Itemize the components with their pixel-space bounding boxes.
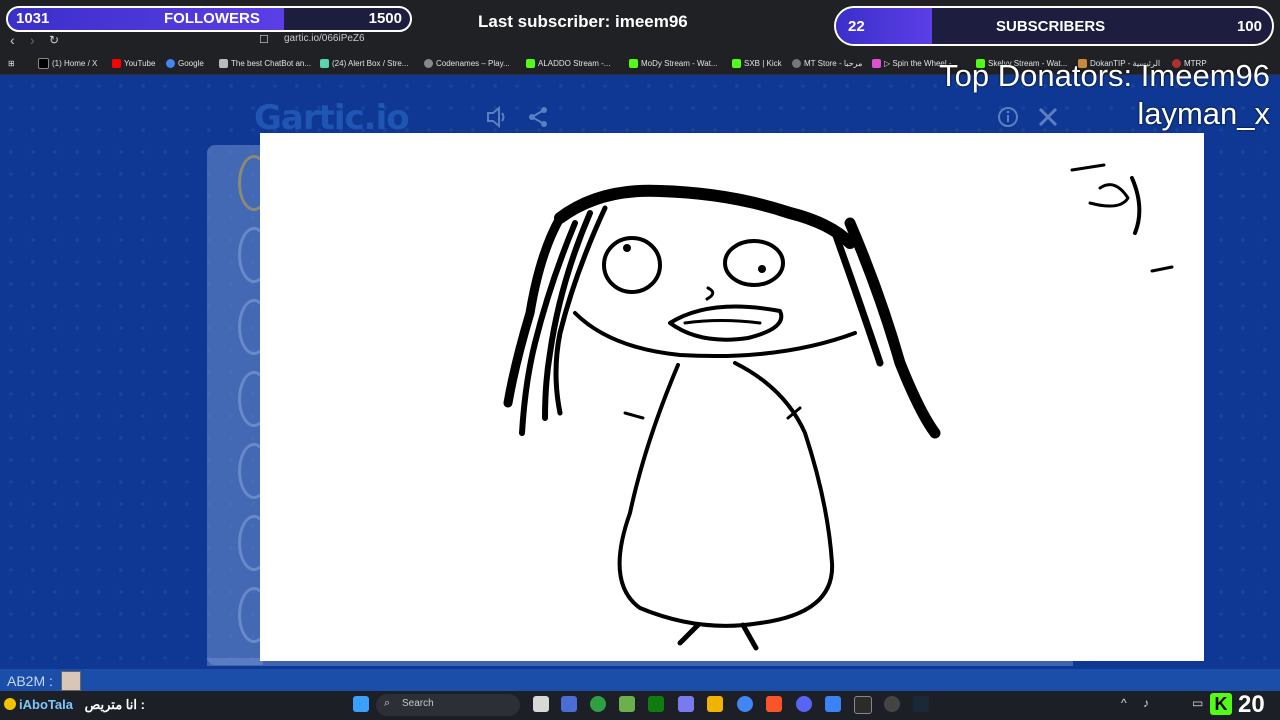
bookmark-item[interactable]: MoDy Stream - Wat...: [629, 57, 718, 70]
bookmark-item[interactable]: Google: [166, 57, 204, 70]
chat-user-avatar: [61, 671, 81, 691]
gaming-icon[interactable]: [678, 696, 694, 712]
chat-message-user: iAboTala: [19, 697, 73, 712]
tray-chevron-icon[interactable]: ^: [1121, 696, 1127, 710]
chrome-icon[interactable]: [737, 696, 753, 712]
last-subscriber: Last subscriber: imeem96: [478, 12, 688, 31]
brave-icon[interactable]: [766, 696, 782, 712]
kick-icon: K: [1210, 693, 1232, 715]
bookmark-favicon-icon: [732, 59, 741, 68]
subscribers-current: 22: [848, 18, 865, 35]
top-donators-line: layman_x: [1137, 96, 1270, 131]
bookmark-favicon-icon: [792, 59, 801, 68]
top-donators-line: Top Donators: Imeem96: [939, 58, 1270, 93]
kick-viewer-count: 20: [1238, 691, 1265, 718]
app-icon[interactable]: [854, 696, 872, 714]
taskbar: [0, 691, 1280, 720]
bookmark-favicon-icon: [526, 59, 535, 68]
widgets-icon[interactable]: [561, 696, 577, 712]
share-icon[interactable]: [527, 106, 549, 134]
chat-overlay-row: [0, 669, 1280, 691]
discord-icon[interactable]: [796, 696, 812, 712]
task-view-icon[interactable]: [533, 696, 549, 712]
top-donators: Top Donators: Imeem96 layman_x: [939, 57, 1270, 133]
taskbar-search-input[interactable]: [376, 694, 520, 716]
reload-icon[interactable]: ↻: [49, 32, 59, 48]
bookmark-star-icon[interactable]: ☐: [259, 32, 269, 48]
forward-icon[interactable]: ›: [30, 32, 35, 48]
sound-icon[interactable]: [486, 105, 510, 134]
subscribers-goal-bar: 22 SUBSCRIBERS 100: [834, 6, 1274, 46]
bookmark-favicon-icon: [872, 59, 881, 68]
address-bar[interactable]: gartic.io/066iPeZ6: [284, 33, 365, 44]
back-icon[interactable]: ‹: [10, 32, 15, 48]
bookmark-item[interactable]: The best ChatBot an...: [219, 57, 311, 70]
gamepass-icon[interactable]: [648, 696, 664, 712]
network-icon[interactable]: ▭: [1192, 696, 1203, 710]
bookmark-favicon-icon: [166, 59, 175, 68]
bookmark-favicon-icon: [38, 58, 49, 69]
file-explorer-icon[interactable]: [707, 696, 723, 712]
followers-goal: 1500: [368, 10, 402, 27]
bookmark-item[interactable]: (1) Home / X: [38, 57, 97, 70]
bookmark-item[interactable]: YouTube: [112, 57, 155, 70]
chat-badge-icon: [4, 698, 16, 710]
notepad-icon[interactable]: [825, 696, 841, 712]
search-icon: ⌕: [384, 697, 391, 709]
subscribers-goal: 100: [1236, 18, 1262, 35]
followers-current: 1031: [16, 10, 50, 27]
subscribers-label: SUBSCRIBERS: [996, 18, 1106, 35]
taskbar-search-label: Search: [402, 698, 434, 709]
bookmark-favicon-icon: [219, 59, 228, 68]
bookmark-favicon-icon: [320, 59, 329, 68]
chat-username: AB2M :: [7, 673, 53, 689]
microphone-icon[interactable]: ♪: [1143, 696, 1149, 710]
store-icon[interactable]: [619, 696, 635, 712]
drawing-strokes: [503, 163, 1174, 651]
xbox-icon[interactable]: [590, 696, 606, 712]
bookmark-item[interactable]: ALADDO Stream -...: [526, 57, 610, 70]
bookmark-item[interactable]: SXB | Kick: [732, 57, 782, 70]
bookmark-item[interactable]: Codenames – Play...: [424, 57, 510, 70]
followers-goal-bar: 1031 FOLLOWERS 1500: [6, 6, 412, 32]
apps-icon[interactable]: ⊞: [8, 57, 15, 70]
drawing-canvas[interactable]: [260, 133, 1204, 661]
bookmark-favicon-icon: [112, 59, 121, 68]
start-icon[interactable]: [353, 696, 369, 712]
steam-icon[interactable]: [913, 696, 929, 712]
obs-icon[interactable]: [884, 696, 900, 712]
bookmark-item[interactable]: (24) Alert Box / Stre...: [320, 57, 408, 70]
bookmark-item[interactable]: MT Store - مرحبا: [792, 57, 862, 70]
bookmark-favicon-icon: [629, 59, 638, 68]
bookmark-favicon-icon: [424, 59, 433, 68]
chat-message: iAboTala انا متريص :: [0, 697, 145, 713]
gartic-logo: Gartic.io: [254, 98, 410, 138]
chat-message-text: انا متريص :: [84, 697, 145, 712]
followers-label: FOLLOWERS: [164, 10, 260, 27]
